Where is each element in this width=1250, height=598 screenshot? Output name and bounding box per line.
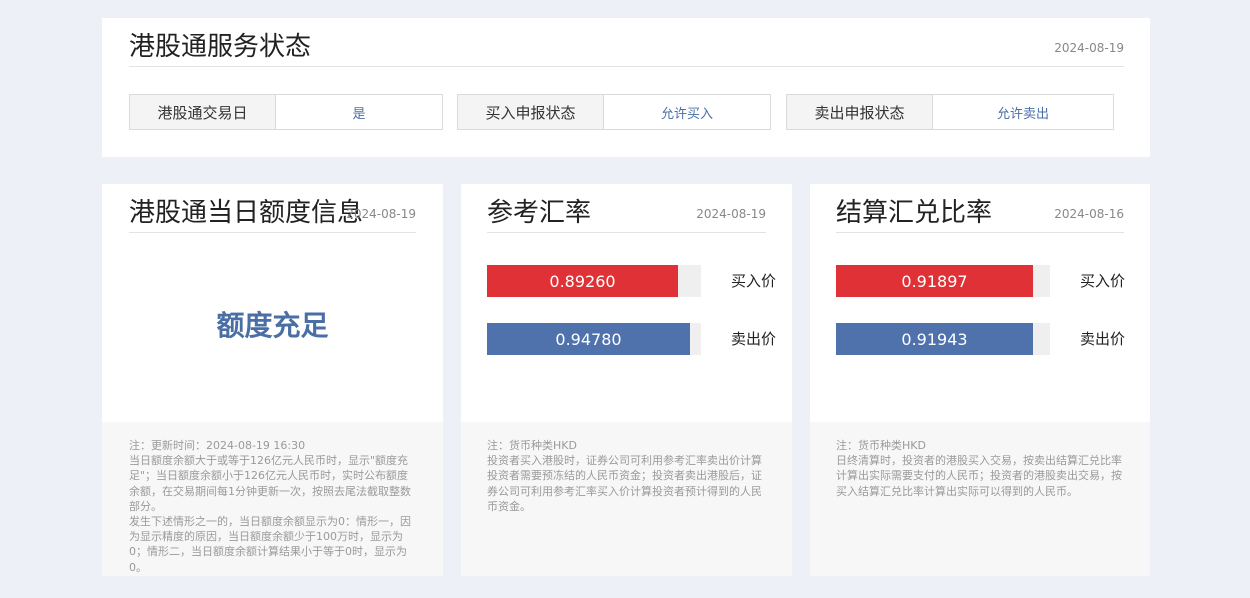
- trading-day-label: 港股通交易日: [130, 95, 276, 129]
- note-line: 注：更新时间：2024-08-19 16:30: [129, 439, 306, 452]
- sell-order-status: 卖出申报状态 允许卖出: [786, 94, 1114, 130]
- service-status-panel: 港股通服务状态 2024-08-19 港股通交易日 是 买入申报状态 允许买入 …: [102, 18, 1150, 157]
- buy-order-status: 买入申报状态 允许买入: [457, 94, 771, 130]
- trading-day-value: 是: [352, 106, 366, 122]
- reference-sell-label: 卖出价: [731, 330, 777, 348]
- settlement-buy-label: 买入价: [1080, 272, 1126, 290]
- daily-quota-date: 2024-08-19: [346, 207, 416, 221]
- sell-order-value: 允许卖出: [996, 106, 1049, 122]
- buy-order-value: 允许买入: [660, 106, 713, 122]
- trading-day-status: 港股通交易日 是: [129, 94, 443, 130]
- reference-buy-bar: 0.89260: [487, 265, 701, 297]
- note-line: 当日额度余额大于或等于126亿元人民币时，显示"额度充足"；当日额度余额小于12…: [129, 454, 411, 513]
- daily-quota-title: 港股通当日额度信息: [129, 198, 364, 228]
- settlement-sell-fill: 0.91943: [836, 323, 1033, 355]
- note-line: 投资者买入港股时，证券公司可利用参考汇率卖出价计算投资者需要预冻结的人民币资金；…: [487, 454, 762, 513]
- buy-order-label: 买入申报状态: [458, 95, 604, 129]
- note-line: 日终清算时，投资者的港股买入交易，按卖出结算汇兑比率计算出实际需要支付的人民币；…: [836, 454, 1122, 498]
- reference-sell-value: 0.94780: [555, 329, 622, 349]
- quota-status: 额度充足: [216, 309, 329, 342]
- title-divider: [129, 66, 1124, 67]
- title-divider: [487, 232, 766, 233]
- sell-order-label: 卖出申报状态: [787, 95, 933, 129]
- reference-rate-title: 参考汇率: [487, 198, 592, 228]
- service-status-title: 港股通服务状态: [129, 32, 312, 62]
- reference-buy-fill: 0.89260: [487, 265, 678, 297]
- settlement-rate-panel: 结算汇兑比率 2024-08-16 0.91897 买入价 0.91943 卖出…: [810, 184, 1150, 576]
- reference-rate-date: 2024-08-19: [696, 207, 766, 221]
- reference-rate-note: 注：货币种类HKD 投资者买入港股时，证券公司可利用参考汇率卖出价计算投资者需要…: [461, 422, 792, 576]
- reference-rate-panel: 参考汇率 2024-08-19 0.89260 买入价 0.94780 卖出价 …: [461, 184, 792, 576]
- settlement-sell-value: 0.91943: [901, 329, 968, 349]
- reference-sell-bar: 0.94780: [487, 323, 701, 355]
- settlement-rate-date: 2024-08-16: [1054, 207, 1124, 221]
- title-divider: [836, 232, 1124, 233]
- settlement-sell-label: 卖出价: [1080, 330, 1126, 348]
- quota-note: 注：更新时间：2024-08-19 16:30 当日额度余额大于或等于126亿元…: [102, 422, 443, 576]
- settlement-buy-fill: 0.91897: [836, 265, 1033, 297]
- note-line: 注：货币种类HKD: [487, 439, 577, 452]
- title-divider: [129, 232, 416, 233]
- daily-quota-panel: 港股通当日额度信息 2024-08-19 额度充足 注：更新时间：2024-08…: [102, 184, 443, 576]
- settlement-buy-bar: 0.91897: [836, 265, 1050, 297]
- settlement-buy-value: 0.91897: [901, 271, 968, 291]
- service-status-date: 2024-08-19: [1054, 41, 1124, 55]
- reference-sell-fill: 0.94780: [487, 323, 690, 355]
- settlement-sell-bar: 0.91943: [836, 323, 1050, 355]
- note-line: 发生下述情形之一的，当日额度余额显示为0：情形一，因为显示精度的原因，当日额度余…: [129, 515, 411, 574]
- reference-buy-label: 买入价: [731, 272, 777, 290]
- settlement-rate-note: 注：货币种类HKD 日终清算时，投资者的港股买入交易，按卖出结算汇兑比率计算出实…: [810, 422, 1150, 576]
- reference-buy-value: 0.89260: [549, 271, 616, 291]
- settlement-rate-title: 结算汇兑比率: [836, 198, 993, 228]
- note-line: 注：货币种类HKD: [836, 439, 926, 452]
